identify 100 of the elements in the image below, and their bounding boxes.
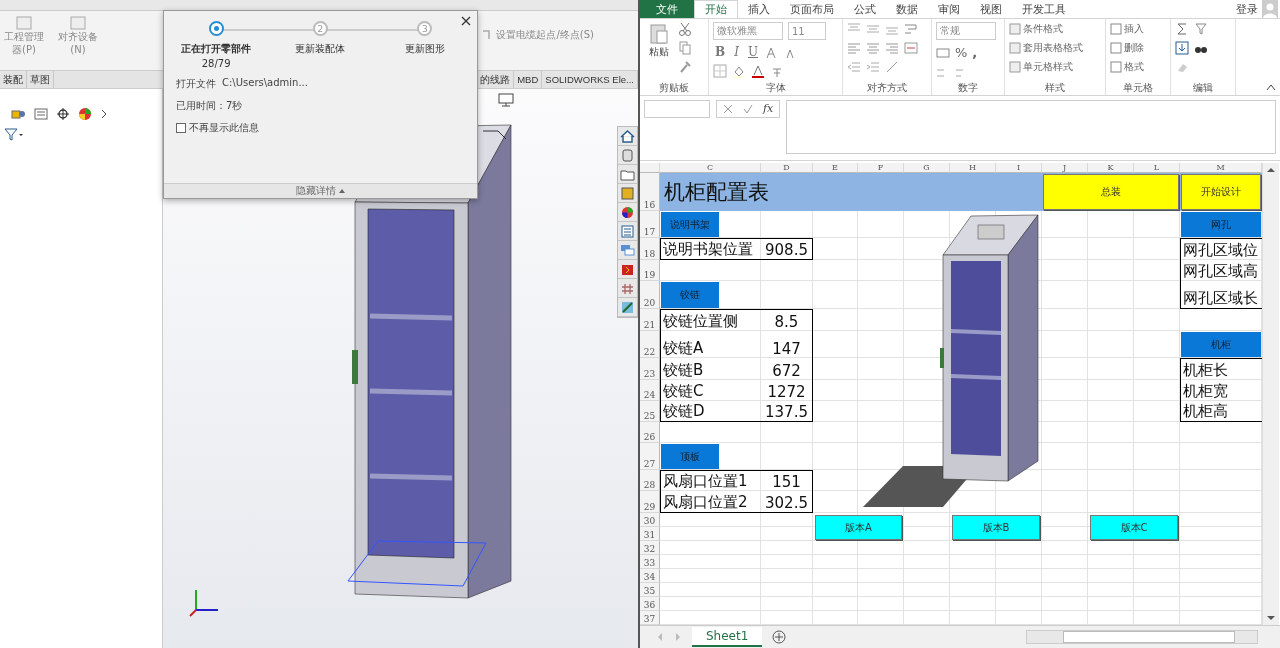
enter-icon[interactable] — [743, 103, 753, 114]
row-header[interactable]: 28 — [640, 470, 660, 492]
row-header[interactable]: 31 — [640, 527, 660, 542]
list-icon[interactable] — [34, 107, 48, 121]
autosum-icon[interactable] — [1175, 22, 1189, 36]
appearance-icon[interactable] — [618, 203, 637, 222]
wrap-text-icon[interactable] — [904, 22, 918, 36]
row-header[interactable]: 30 — [640, 513, 660, 528]
ribbon-tab[interactable]: 文件 — [640, 0, 694, 18]
horizontal-scrollbar[interactable] — [1026, 630, 1258, 645]
display-icon[interactable] — [498, 93, 514, 107]
font-color-icon[interactable] — [751, 64, 765, 78]
merge-cells-icon[interactable] — [904, 41, 918, 55]
close-icon[interactable] — [461, 16, 471, 26]
sort-filter-icon[interactable] — [1194, 22, 1208, 36]
currency-icon[interactable] — [936, 45, 950, 60]
collapse-ribbon-icon[interactable] — [1266, 82, 1276, 91]
row-header[interactable]: 26 — [640, 422, 660, 444]
column-header[interactable]: M — [1180, 163, 1262, 174]
comma-button[interactable]: , — [972, 45, 978, 60]
column-header[interactable]: D — [761, 163, 813, 174]
home-icon[interactable] — [618, 127, 637, 146]
font-name-field[interactable]: 微软雅黑 — [713, 22, 783, 40]
column-header[interactable]: J — [1042, 163, 1088, 174]
sign-in-link[interactable]: 登录 — [1236, 1, 1258, 17]
cells-button[interactable]: 插入 — [1110, 22, 1144, 36]
cancel-icon[interactable] — [723, 103, 733, 114]
row-header[interactable]: 33 — [640, 555, 660, 570]
row-header[interactable]: 37 — [640, 611, 660, 626]
column-header[interactable]: C — [660, 163, 761, 174]
scissors-icon[interactable] — [678, 22, 692, 36]
command-tab[interactable]: SOLIDWORKS Ele... — [542, 71, 638, 88]
prev-sheet-icon[interactable] — [656, 632, 664, 643]
assembly-icon[interactable] — [10, 107, 26, 121]
wiring-icon[interactable] — [618, 279, 637, 298]
bold-button[interactable]: B — [713, 45, 728, 59]
cells-button[interactable]: 格式 — [1110, 60, 1144, 74]
column-header[interactable]: F — [858, 163, 904, 174]
borders-icon[interactable] — [713, 64, 727, 78]
column-header[interactable]: I — [996, 163, 1042, 174]
row-header[interactable]: 35 — [640, 583, 660, 598]
version-button[interactable]: 版本A — [815, 515, 902, 541]
font-size-field[interactable]: 11 — [788, 22, 826, 40]
checkbox[interactable] — [176, 123, 186, 133]
version-button[interactable]: 版本B — [952, 515, 1040, 541]
version-button[interactable]: 版本C — [1090, 515, 1178, 541]
user-avatar-icon[interactable] — [1262, 0, 1278, 18]
ribbon-tab[interactable]: 开始 — [694, 0, 738, 18]
number-format-field[interactable]: 常规 — [936, 22, 996, 40]
column-header[interactable]: E — [813, 163, 858, 174]
style-button[interactable]: 单元格样式 — [1009, 60, 1083, 74]
chevron-right-icon[interactable] — [100, 108, 108, 120]
command-tab[interactable]: 装配 — [0, 71, 27, 88]
chat-icon[interactable] — [618, 241, 637, 260]
add-sheet-icon[interactable] — [772, 630, 787, 645]
folder-icon[interactable] — [618, 165, 637, 184]
percent-button[interactable]: % — [955, 45, 968, 60]
route-icon[interactable] — [618, 298, 637, 317]
row-header[interactable]: 25 — [640, 401, 660, 423]
align-center-icon[interactable] — [866, 41, 880, 55]
align-middle-icon[interactable] — [866, 22, 880, 36]
select-all-button[interactable] — [640, 163, 660, 174]
filter-icon[interactable] — [4, 127, 24, 141]
style-button[interactable]: 条件格式 — [1009, 22, 1083, 36]
sheet-tab[interactable]: Sheet1 — [692, 627, 763, 648]
row-header[interactable]: 36 — [640, 597, 660, 612]
align-left-icon[interactable] — [847, 41, 861, 55]
paste-button[interactable]: 粘贴 — [644, 22, 674, 81]
row-header[interactable]: 21 — [640, 309, 660, 332]
column-header[interactable]: K — [1088, 163, 1134, 174]
align-right-icon[interactable] — [885, 41, 899, 55]
row-header[interactable]: 29 — [640, 491, 660, 514]
copy-icon[interactable] — [678, 41, 692, 55]
row-header[interactable]: 22 — [640, 331, 660, 359]
row-header[interactable]: 18 — [640, 238, 660, 261]
column-header[interactable]: L — [1134, 163, 1180, 174]
cells-button[interactable]: 删除 — [1110, 41, 1144, 55]
row-header[interactable]: 27 — [640, 443, 660, 471]
row-header[interactable]: 23 — [640, 358, 660, 381]
action-button[interactable]: 开始设计 — [1181, 174, 1261, 211]
next-sheet-icon[interactable] — [674, 632, 682, 643]
command-tab[interactable]: 草图 — [27, 71, 54, 88]
indent-icon[interactable] — [866, 60, 880, 74]
row-header[interactable]: 17 — [640, 211, 660, 239]
fill-down-icon[interactable] — [1175, 41, 1189, 55]
crosshair-icon[interactable] — [56, 107, 70, 121]
row-header[interactable]: 34 — [640, 569, 660, 584]
outdent-icon[interactable] — [847, 60, 861, 74]
row-header[interactable]: 32 — [640, 541, 660, 556]
italic-button[interactable]: I — [732, 45, 741, 59]
fill-color-icon[interactable] — [732, 64, 746, 78]
column-header[interactable]: G — [904, 163, 950, 174]
formula-input[interactable] — [786, 99, 1276, 154]
orientation-icon[interactable] — [885, 60, 899, 74]
underline-button[interactable]: U — [745, 45, 761, 59]
action-button[interactable]: 总装 — [1043, 174, 1179, 211]
row-header[interactable]: 16 — [640, 173, 660, 212]
hide-details-button[interactable]: 隐藏详情 — [296, 184, 345, 198]
toolbox-icon[interactable] — [618, 260, 637, 279]
parts-icon[interactable] — [618, 146, 637, 165]
